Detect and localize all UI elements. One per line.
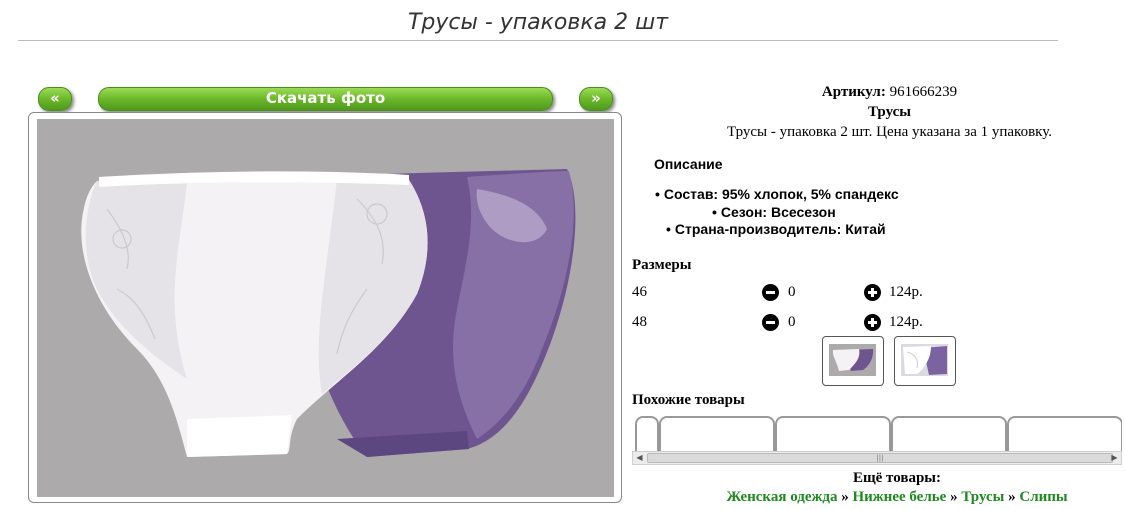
thumbnail-illustration xyxy=(829,344,876,376)
scrollbar-thumb[interactable]: ||| xyxy=(647,453,1113,463)
similar-products-carousel xyxy=(632,415,1122,451)
product-photo-frame xyxy=(28,112,622,503)
quantity-value: 0 xyxy=(788,284,796,300)
size-row: 48 0 124р. xyxy=(632,314,1032,334)
property-item: • Страна-производитель: Китай xyxy=(666,221,886,237)
prev-photo-button[interactable]: « xyxy=(38,87,72,111)
size-label: 48 xyxy=(632,314,647,330)
more-products-heading: Ещё товары: xyxy=(852,470,942,486)
horizontal-scrollbar[interactable]: ◀ ||| ▶ xyxy=(632,451,1122,465)
similar-product-card[interactable] xyxy=(775,416,891,451)
scroll-right-icon[interactable]: ▶ xyxy=(1108,452,1121,464)
category-link[interactable]: Женская одежда xyxy=(726,489,837,505)
plus-icon[interactable] xyxy=(864,284,881,301)
size-label: 46 xyxy=(632,284,647,300)
article-line: Артикул: 961666239 xyxy=(632,84,1125,101)
product-photo-illustration xyxy=(37,119,614,497)
plus-icon[interactable] xyxy=(864,314,881,331)
product-photo[interactable] xyxy=(37,119,614,497)
property-item: • Сезон: Всесезон xyxy=(712,204,836,220)
breadcrumb-separator: » xyxy=(950,489,958,505)
sizes-heading: Размеры xyxy=(632,257,692,273)
similar-product-card[interactable] xyxy=(891,416,1007,451)
category-link[interactable]: Слипы xyxy=(1019,489,1067,505)
quantity-value: 0 xyxy=(788,314,796,330)
category-breadcrumb: Женская одежда » Нижнее белье » Трусы » … xyxy=(632,489,1125,506)
photo-thumbnail[interactable] xyxy=(822,336,884,386)
category-link[interactable]: Нижнее белье xyxy=(852,489,946,505)
minus-icon[interactable] xyxy=(762,314,779,331)
category-link[interactable]: Трусы xyxy=(961,489,1004,505)
product-description: Трусы - упаковка 2 шт. Цена указана за 1… xyxy=(727,124,1052,140)
thumbnail-illustration xyxy=(901,344,948,376)
property-item: • Состав: 95% хлопок, 5% спандекс xyxy=(655,186,899,202)
thumbnail-image xyxy=(829,344,876,376)
thumbnail-image xyxy=(901,344,948,376)
similar-product-card[interactable] xyxy=(635,416,659,451)
next-photo-button[interactable]: » xyxy=(579,87,613,111)
product-name: Трусы xyxy=(868,104,911,120)
price-value: 124р. xyxy=(889,284,923,300)
photo-thumbnail[interactable] xyxy=(894,336,956,386)
similar-product-card[interactable] xyxy=(1007,416,1122,451)
scroll-left-icon[interactable]: ◀ xyxy=(633,452,646,464)
article-label: Артикул: xyxy=(821,84,886,100)
page-title: Трусы - упаковка 2 шт xyxy=(407,10,669,35)
title-divider xyxy=(18,40,1058,41)
download-photo-button[interactable]: Скачать фото xyxy=(98,87,553,111)
similar-product-card[interactable] xyxy=(659,416,775,451)
breadcrumb-separator: » xyxy=(1008,489,1016,505)
description-heading: Описание xyxy=(654,156,723,172)
size-row: 46 0 124р. xyxy=(632,284,1032,304)
similar-products-heading: Похожие товары xyxy=(632,392,745,408)
article-value: 961666239 xyxy=(889,84,958,100)
price-value: 124р. xyxy=(889,314,923,330)
breadcrumb-separator: » xyxy=(841,489,849,505)
minus-icon[interactable] xyxy=(762,284,779,301)
